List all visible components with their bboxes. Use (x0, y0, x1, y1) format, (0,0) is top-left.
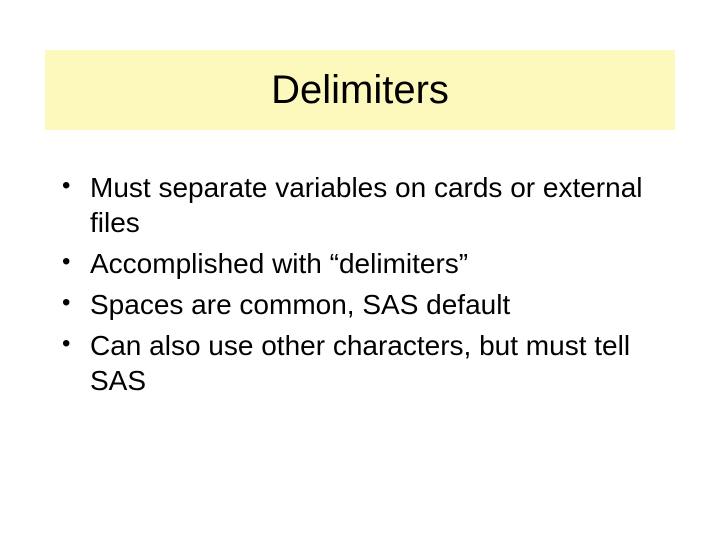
slide: Delimiters Must separate variables on ca… (0, 0, 720, 540)
bullet-list: Must separate variables on cards or exte… (60, 170, 660, 404)
list-item: Can also use other characters, but must … (60, 328, 660, 398)
list-item: Must separate variables on cards or exte… (60, 170, 660, 240)
list-item: Spaces are common, SAS default (60, 287, 660, 322)
bullet-text: Must separate variables on cards or exte… (90, 172, 643, 238)
slide-title: Delimiters (271, 68, 449, 113)
list-item: Accomplished with “delimiters” (60, 246, 660, 281)
bullet-text: Can also use other characters, but must … (90, 330, 630, 396)
bullet-text: Accomplished with “delimiters” (90, 248, 468, 279)
bullet-text: Spaces are common, SAS default (90, 289, 510, 320)
title-box: Delimiters (45, 50, 675, 130)
